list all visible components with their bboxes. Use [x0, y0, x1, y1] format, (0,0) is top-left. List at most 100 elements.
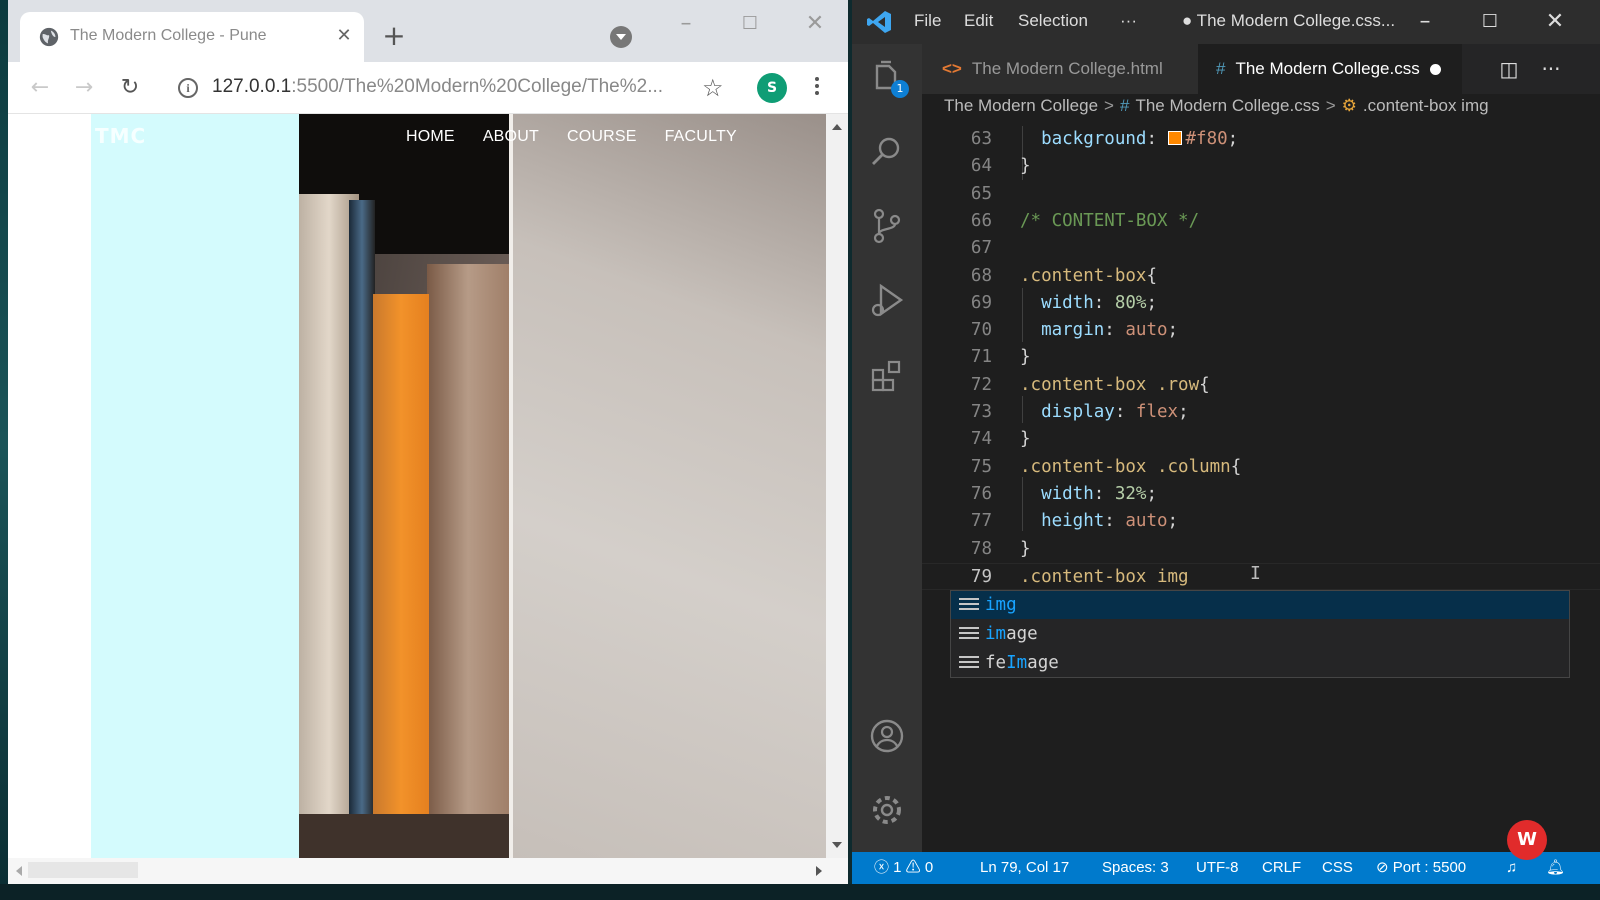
code-line[interactable]: 68 .content-box{: [922, 263, 1600, 290]
code-line[interactable]: 76 width: 32%;: [922, 481, 1600, 508]
profile-avatar[interactable]: S: [757, 73, 787, 103]
token: height: [1020, 511, 1105, 532]
unsaved-dot-icon[interactable]: [1429, 64, 1441, 76]
maximize-icon[interactable]: ☐: [735, 10, 765, 38]
code-line[interactable]: 77 height: auto;: [922, 508, 1600, 535]
reload-icon[interactable]: ↻: [116, 74, 144, 102]
vertical-scrollbar[interactable]: [826, 114, 848, 858]
suggestion-prefix: fe: [985, 653, 1007, 673]
code-line[interactable]: 74}: [922, 426, 1600, 453]
color-swatch-icon[interactable]: [1167, 131, 1182, 145]
nav-home[interactable]: HOME: [406, 128, 455, 146]
tab-label: The Modern College.css: [1235, 59, 1420, 78]
code-line[interactable]: 64}: [922, 153, 1600, 180]
horizontal-scrollbar[interactable]: [8, 858, 848, 884]
breadcrumb-folder[interactable]: The Modern College: [944, 96, 1098, 115]
scroll-thumb[interactable]: [28, 862, 138, 878]
editor-tabs: <> The Modern College.html # The Modern Co…: [922, 44, 1600, 94]
token: #f80: [1185, 129, 1228, 149]
code-text: /* CONTENT-BOX */: [1020, 208, 1199, 235]
browser-menu-icon[interactable]: [812, 74, 822, 102]
indentation[interactable]: Spaces: 3: [1102, 852, 1169, 884]
source-control-icon[interactable]: [867, 206, 907, 246]
code-line[interactable]: 79 .content-box img: [922, 562, 1600, 590]
nav-faculty[interactable]: FACULTY: [665, 128, 737, 146]
code-line[interactable]: 63 background: #f80;: [922, 126, 1600, 153]
menu-more[interactable]: ···: [1120, 11, 1137, 31]
browser-tab[interactable]: The Modern College - Pune ✕: [20, 12, 364, 62]
code-line[interactable]: 65: [922, 181, 1600, 208]
scroll-right-icon[interactable]: [816, 866, 822, 876]
code-editor[interactable]: I 63 background: #f80; 64} 65 66/* CONTENT-…: [922, 126, 1600, 852]
accounts-icon[interactable]: [867, 716, 907, 756]
more-actions-icon[interactable]: ···: [1538, 56, 1564, 82]
breadcrumb-file[interactable]: The Modern College.css: [1135, 96, 1319, 115]
language-mode[interactable]: CSS: [1322, 852, 1353, 884]
suggestion-item[interactable]: img: [951, 591, 1569, 619]
scroll-left-icon[interactable]: [16, 866, 22, 876]
desktop-edge: [0, 0, 8, 884]
line-number: 68: [970, 265, 992, 286]
problems-indicator[interactable]: ⓧ 1 ⚠ 0: [874, 852, 933, 884]
token: /* CONTENT-BOX */: [1020, 210, 1200, 231]
line-number: 72: [970, 374, 992, 395]
code-line[interactable]: 73 display: flex;: [922, 399, 1600, 426]
code-line[interactable]: 67: [922, 235, 1600, 262]
run-debug-icon[interactable]: [867, 280, 907, 320]
suggestion-item[interactable]: feImage: [951, 649, 1569, 677]
scroll-down-icon[interactable]: [832, 842, 842, 848]
cursor-position[interactable]: Ln 79, Col 17: [980, 852, 1069, 884]
keyword-icon: [959, 598, 979, 612]
minimize-icon[interactable]: –: [671, 10, 701, 38]
site-info-icon[interactable]: i: [178, 78, 198, 98]
code-line[interactable]: 78}: [922, 536, 1600, 563]
token: ;: [1167, 511, 1179, 532]
close-window-icon[interactable]: ✕: [1538, 8, 1572, 36]
code-line[interactable]: 75 .content-box .column{: [922, 454, 1600, 481]
menu-file[interactable]: File: [914, 11, 941, 31]
suggestion-match: img: [985, 595, 1017, 615]
tab-search-icon[interactable]: [610, 26, 632, 48]
close-tab-icon[interactable]: ✕: [332, 24, 356, 48]
code-line[interactable]: 70 margin: auto;: [922, 317, 1600, 344]
token: background: [1020, 129, 1147, 149]
tab-html-file[interactable]: <> The Modern College.html: [922, 44, 1198, 94]
search-icon[interactable]: [867, 132, 907, 172]
token: {: [1230, 456, 1242, 477]
token: :: [1104, 511, 1126, 532]
forward-icon[interactable]: →: [70, 74, 98, 102]
line-number: 77: [970, 511, 992, 532]
new-tab-button[interactable]: +: [380, 22, 408, 50]
token: ;: [1146, 292, 1157, 313]
minimize-icon[interactable]: –: [1408, 8, 1442, 36]
split-editor-icon[interactable]: ◫: [1496, 56, 1522, 82]
notifications-bell-icon[interactable]: 🔔︎: [1546, 852, 1565, 884]
scroll-up-icon[interactable]: [832, 124, 842, 130]
settings-gear-icon[interactable]: [867, 790, 907, 830]
tab-css-file[interactable]: # The Modern College.css: [1198, 44, 1462, 94]
code-line[interactable]: 72 .content-box .row{: [922, 372, 1600, 399]
extensions-icon[interactable]: [867, 356, 907, 396]
nav-about[interactable]: ABOUT: [483, 128, 539, 146]
close-window-icon[interactable]: ✕: [800, 10, 830, 38]
bookmark-star-icon[interactable]: ☆: [702, 74, 724, 102]
live-server-port[interactable]: ⊘ Port : 5500: [1376, 852, 1466, 884]
back-icon[interactable]: ←: [26, 74, 54, 102]
code-line[interactable]: 66 /* CONTENT-BOX */: [922, 208, 1600, 235]
line-endings[interactable]: CRLF: [1262, 852, 1301, 884]
token: flex: [1135, 402, 1179, 422]
code-line[interactable]: 71}: [922, 344, 1600, 371]
encoding[interactable]: UTF-8: [1196, 852, 1239, 884]
maximize-icon[interactable]: ☐: [1473, 8, 1507, 36]
address-bar[interactable]: 127.0.0.1:5500/The%20Modern%20College/Th…: [212, 76, 663, 98]
suggestion-item[interactable]: image: [951, 620, 1569, 648]
breadcrumb-symbol[interactable]: .content-box img: [1363, 96, 1489, 115]
site-logo[interactable]: TMC: [95, 124, 146, 148]
explorer-icon[interactable]: 1: [867, 58, 909, 98]
nav-course[interactable]: COURSE: [567, 128, 637, 146]
code-line[interactable]: 69 width: 80%;: [922, 290, 1600, 317]
suggestion-match: im: [985, 624, 1007, 644]
menu-edit[interactable]: Edit: [964, 11, 993, 31]
menu-selection[interactable]: Selection: [1018, 11, 1088, 31]
url-path: :5500/The%20Modern%20College/The%2...: [291, 76, 664, 97]
